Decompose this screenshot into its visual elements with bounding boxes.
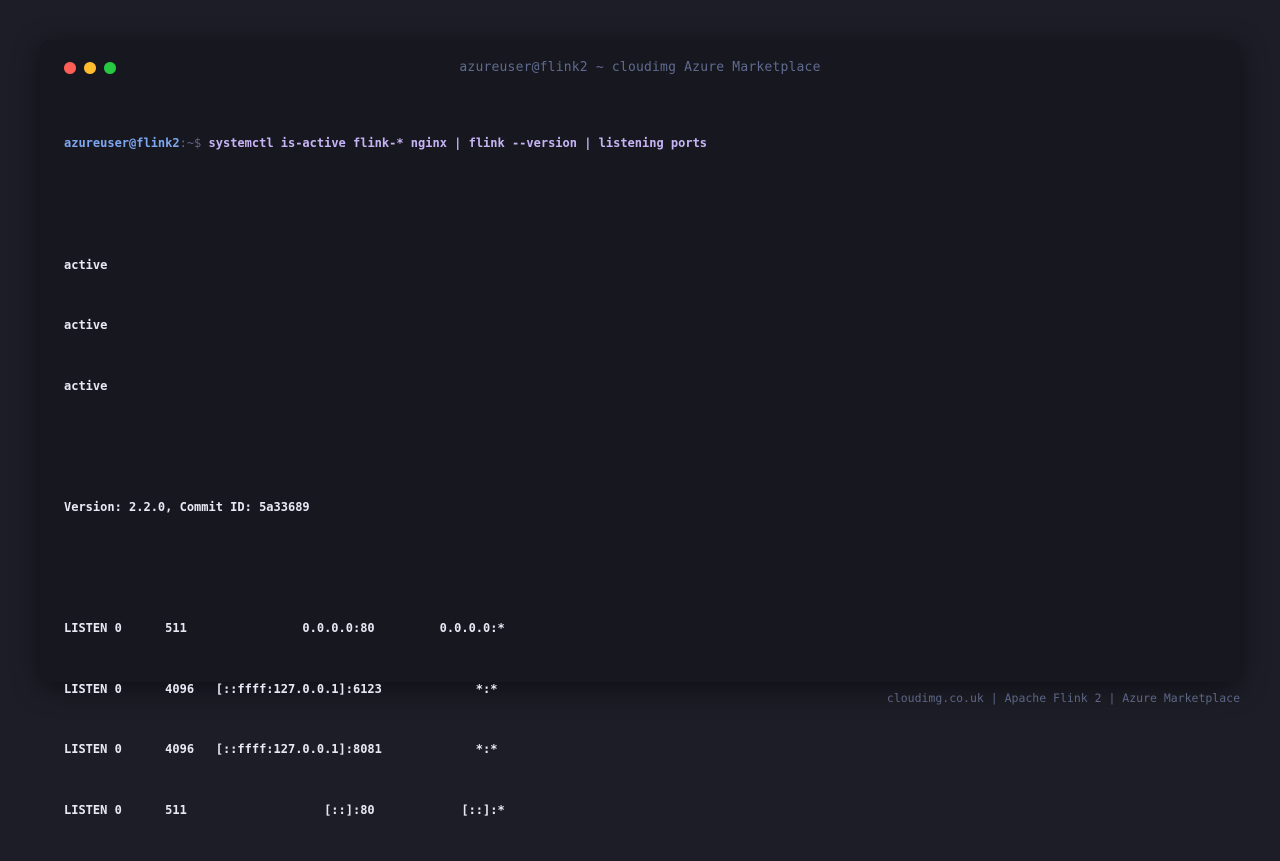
window-title: azureuser@flink2 ~ cloudimg Azure Market…: [459, 60, 821, 75]
command-text: systemctl is-active flink-* nginx | flin…: [208, 136, 708, 151]
status-line: active: [64, 257, 108, 272]
listen-row: LISTEN 0 511 0.0.0.0:80 0.0.0.0:*: [64, 621, 505, 636]
prompt-path: :~$: [179, 136, 202, 151]
footer-caption: cloudimg.co.uk | Apache Flink 2 | Azure …: [886, 691, 1240, 705]
terminal-output[interactable]: azureuser@flink2:~$ systemctl is-active …: [64, 93, 1216, 861]
status-line: active: [64, 318, 108, 333]
prompt-user-host: azureuser@flink2: [64, 136, 180, 151]
listen-row: LISTEN 0 511 [::]:80 [::]:*: [64, 802, 505, 817]
terminal-window: azureuser@flink2 ~ cloudimg Azure Market…: [40, 40, 1240, 817]
command-line: azureuser@flink2:~$ systemctl is-active …: [64, 133, 1216, 153]
listen-row: LISTEN 0 4096 [::ffff:127.0.0.1]:8081 *:…: [64, 742, 498, 757]
status-line: active: [64, 378, 108, 393]
version-line: Version: 2.2.0, Commit ID: 5a33689: [64, 499, 310, 514]
